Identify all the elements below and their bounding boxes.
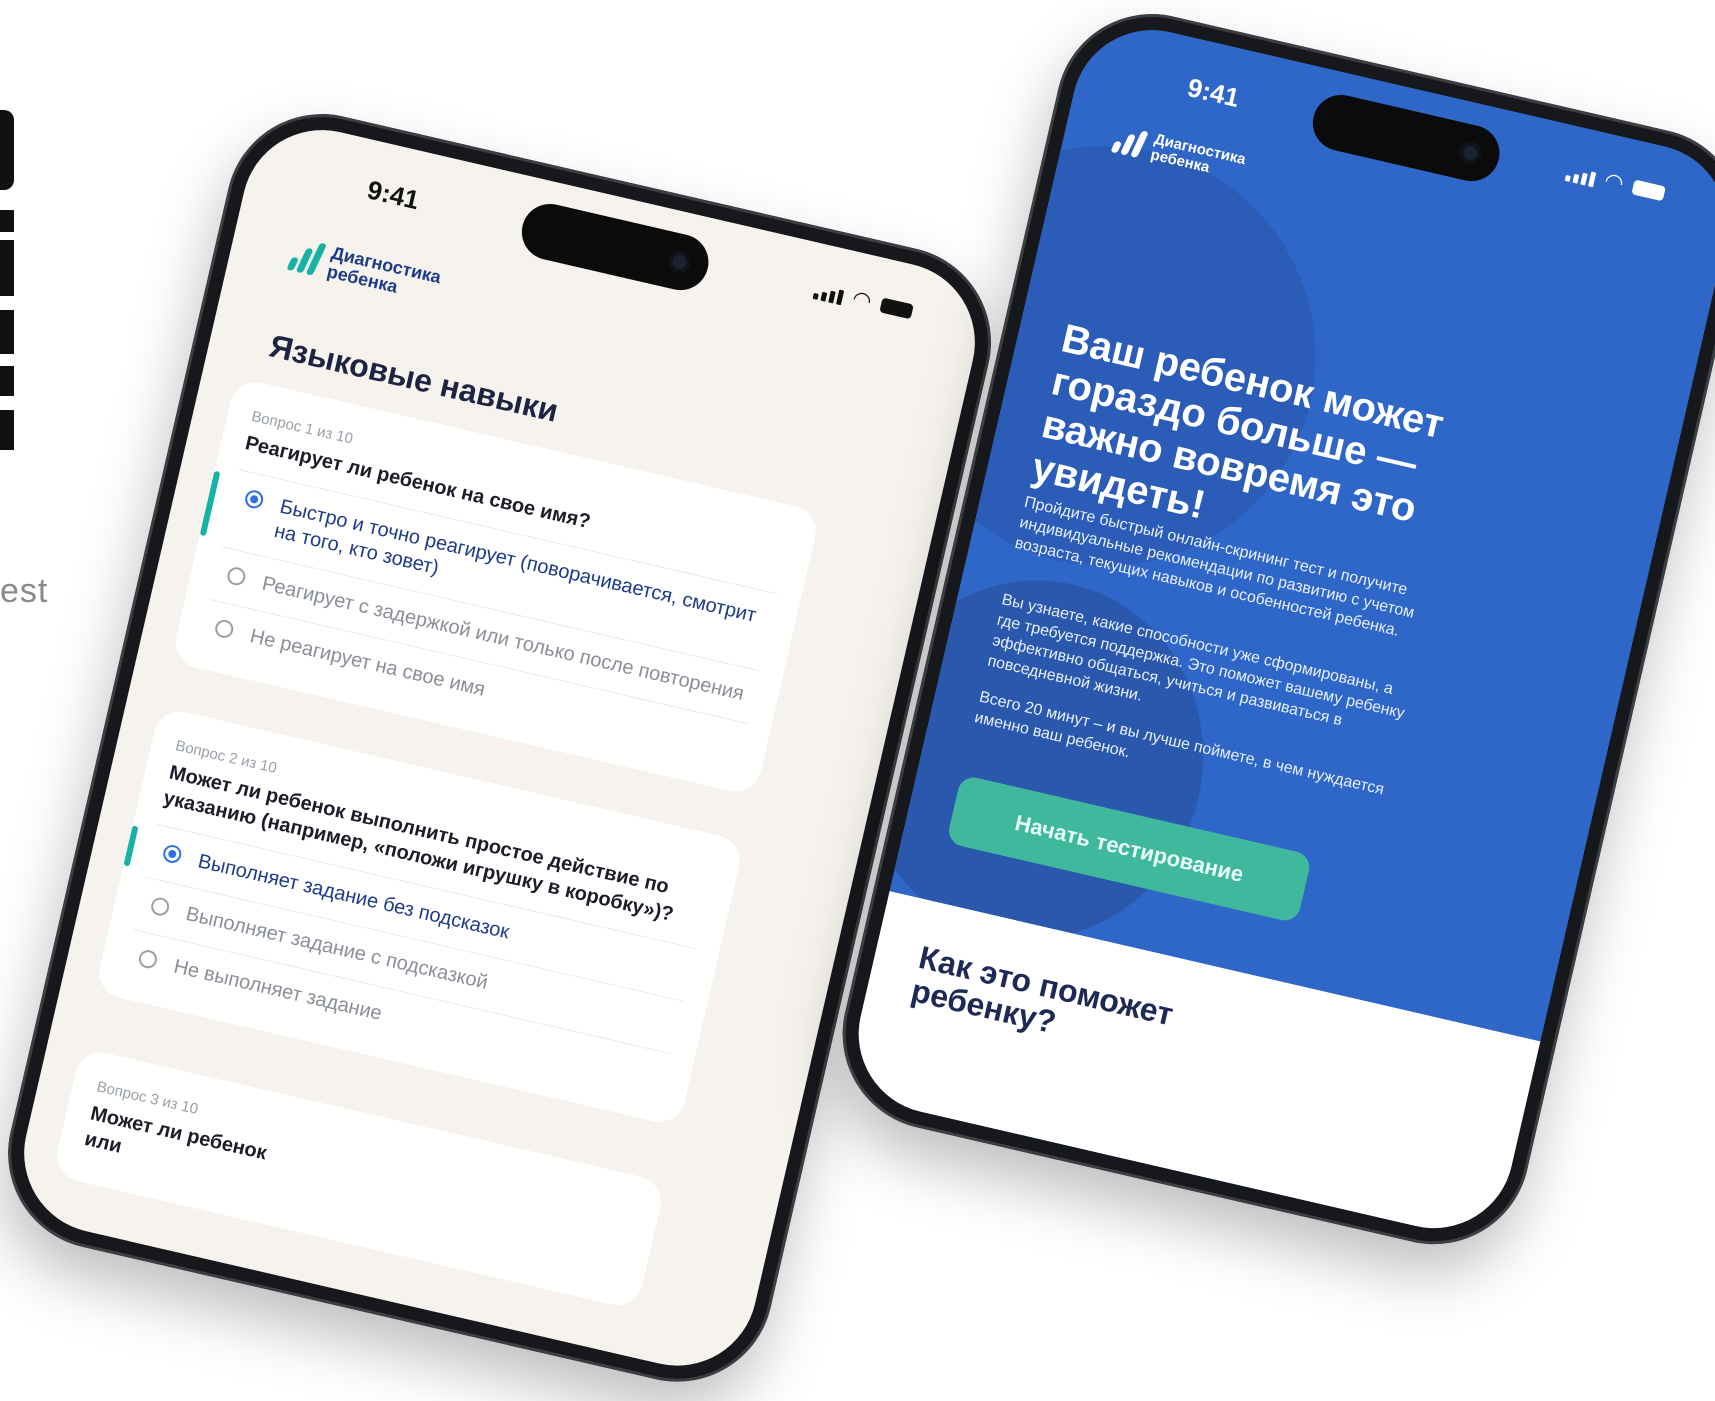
status-time: 9:41 [1184,72,1243,114]
quiz-screen: 9:41 ◠ Диагностика ребенка Языковые навы… [8,114,991,1382]
brand-bars-icon [1110,125,1149,159]
left-edge-text: est [0,572,49,610]
radio-empty-icon [225,565,248,588]
status-time: 9:41 [364,174,422,216]
how-it-helps-section: Как это поможет ребенку? [842,891,1541,1245]
wifi-icon: ◠ [1601,167,1627,196]
radio-empty-icon [213,618,236,640]
radio-selected-icon [161,843,184,865]
dynamic-island [1307,89,1506,187]
phone-quiz: 9:41 ◠ Диагностика ребенка Языковые навы… [0,95,1011,1401]
brand-logo[interactable]: Диагностика ребенка [286,235,443,306]
left-edge-graphic [0,110,14,450]
radio-empty-icon [137,948,159,970]
brand-bars-icon [286,237,328,277]
signal-icon [812,284,845,306]
wifi-icon: ◠ [849,285,875,314]
signal-icon [1564,166,1597,188]
phone-landing: 9:41 ◠ Диагностика ребенка Ваш ребенок м… [823,0,1715,1264]
radio-selected-icon [243,488,265,511]
section-title: Как это поможет ребенку? [907,939,1177,1041]
dynamic-island [516,198,715,296]
landing-screen: 9:41 ◠ Диагностика ребенка Ваш ребенок м… [842,14,1715,1245]
battery-icon [1631,179,1666,202]
radio-empty-icon [149,895,171,918]
battery-icon [879,297,914,320]
